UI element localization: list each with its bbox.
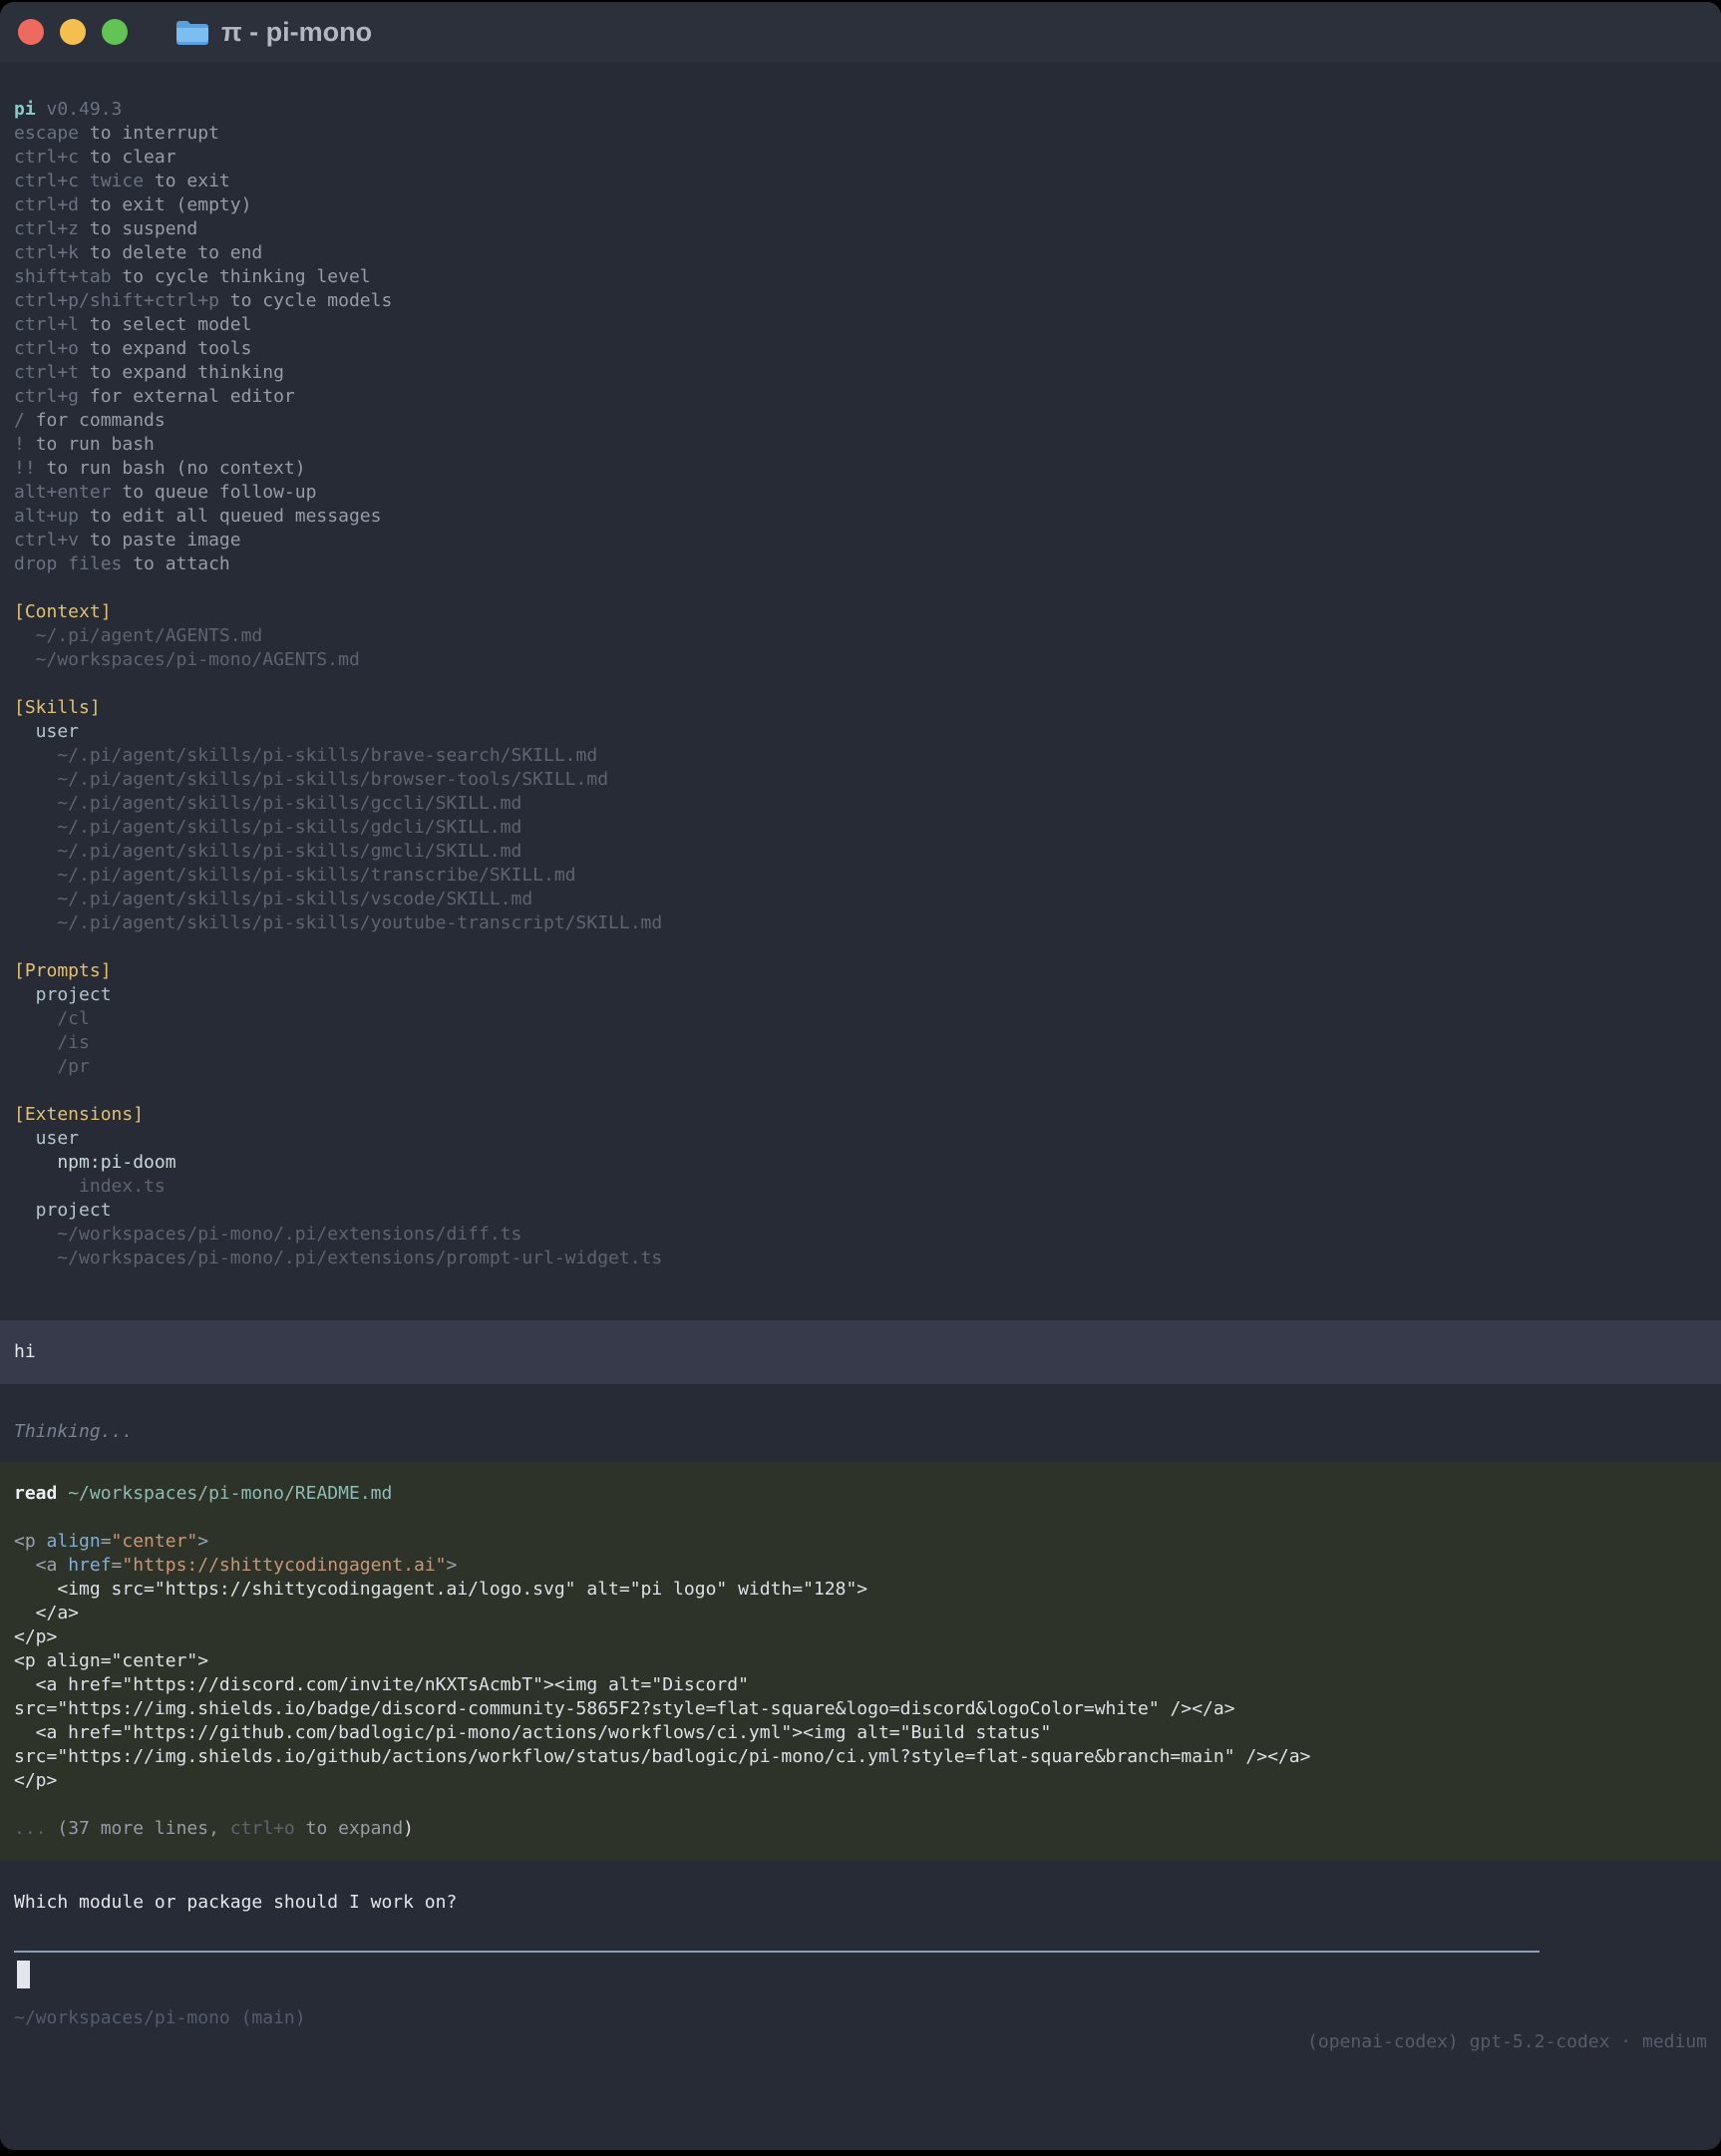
code-line: <img src="https://shittycodingagent.ai/l… (14, 1578, 1707, 1602)
tool-call-block: read ~/workspaces/pi-mono/README.md <p a… (0, 1462, 1721, 1861)
terminal-content: pi v0.49.3 escape to interruptctrl+c to … (0, 62, 1721, 2006)
section-item: index.ts (14, 1175, 1707, 1199)
shortcut-row: ctrl+p/shift+ctrl+p to cycle models (14, 289, 1707, 313)
section-header: [Extensions] (14, 1103, 1707, 1127)
shortcut-row: ctrl+d to exit (empty) (14, 193, 1707, 217)
shortcuts-list: escape to interruptctrl+c to clearctrl+c… (0, 122, 1721, 576)
section-header: [Context] (14, 600, 1707, 624)
prompt-editor[interactable] (0, 1951, 1721, 1988)
section-item: ~/.pi/agent/skills/pi-skills/gccli/SKILL… (14, 792, 1707, 816)
shortcut-row: ctrl+c twice to exit (14, 170, 1707, 193)
shortcut-row: ctrl+g for external editor (14, 385, 1707, 409)
section-item: ~/.pi/agent/skills/pi-skills/brave-searc… (14, 744, 1707, 768)
code-line: <p align="center"> (14, 1530, 1707, 1554)
shortcut-row: alt+up to edit all queued messages (14, 505, 1707, 529)
shortcut-row: / for commands (14, 409, 1707, 433)
titlebar: π - pi-mono (0, 2, 1721, 62)
shortcut-row: shift+tab to cycle thinking level (14, 265, 1707, 289)
close-button[interactable] (18, 19, 44, 45)
tool-call-header: read ~/workspaces/pi-mono/README.md (14, 1482, 1707, 1506)
section-item: ~/.pi/agent/skills/pi-skills/transcribe/… (14, 864, 1707, 888)
section: [Context]~/.pi/agent/AGENTS.md~/workspac… (14, 600, 1707, 672)
app-version-line: pi v0.49.3 (0, 98, 1721, 122)
section-item: user (14, 720, 1707, 744)
thinking-indicator: Thinking... (0, 1420, 1721, 1444)
code-line: </p> (14, 1769, 1707, 1793)
section-item: project (14, 1199, 1707, 1223)
code-line: <a href="https://shittycodingagent.ai"> (14, 1554, 1707, 1578)
section-item: ~/workspaces/pi-mono/.pi/extensions/diff… (14, 1223, 1707, 1247)
maximize-button[interactable] (102, 19, 128, 45)
input-separator (14, 1951, 1540, 1953)
shortcut-row: ctrl+l to select model (14, 313, 1707, 337)
section-item: project (14, 983, 1707, 1007)
section-header: [Prompts] (14, 959, 1707, 983)
section: [Prompts]project/cl/is/pr (14, 959, 1707, 1079)
shortcut-row: alt+enter to queue follow-up (14, 481, 1707, 505)
app-name: pi (14, 99, 36, 120)
assistant-message: Which module or package should I work on… (0, 1891, 1721, 1915)
shortcut-row: escape to interrupt (14, 122, 1707, 146)
section-item: ~/workspaces/pi-mono/AGENTS.md (14, 648, 1707, 672)
shortcut-row: ! to run bash (14, 433, 1707, 457)
shortcut-row: drop files to attach (14, 552, 1707, 576)
section-item: user (14, 1127, 1707, 1151)
user-message: hi (14, 1340, 1707, 1364)
user-message-block: hi (0, 1320, 1721, 1384)
expand-hint: ... (37 more lines, ctrl+o to expand) (14, 1817, 1707, 1841)
status-stats-line: ↑4.7k ↓44 R3.8k $0.009 (sub) 1.7%/272k (… (14, 2030, 1707, 2054)
shortcut-row: ctrl+t to expand thinking (14, 361, 1707, 385)
tool-name: read (14, 1483, 57, 1504)
section-item: ~/.pi/agent/skills/pi-skills/gdcli/SKILL… (14, 816, 1707, 840)
shortcut-row: ctrl+v to paste image (14, 529, 1707, 552)
section-item: ~/workspaces/pi-mono/.pi/extensions/prom… (14, 1247, 1707, 1270)
section-item: /is (14, 1031, 1707, 1055)
code-line: <p align="center"> (14, 1649, 1707, 1673)
section-item: npm:pi-doom (14, 1151, 1707, 1175)
section: [Skills]user~/.pi/agent/skills/pi-skills… (14, 696, 1707, 935)
section-item: ~/.pi/agent/skills/pi-skills/gmcli/SKILL… (14, 840, 1707, 864)
code-line: src="https://img.shields.io/badge/discor… (14, 1697, 1707, 1721)
section-item: /cl (14, 1007, 1707, 1031)
status-cwd: ~/workspaces/pi-mono (main) (14, 2006, 1707, 2030)
startup-sections: [Context]~/.pi/agent/AGENTS.md~/workspac… (0, 600, 1721, 1270)
section-item: ~/.pi/agent/AGENTS.md (14, 624, 1707, 648)
tool-argument: ~/workspaces/pi-mono/README.md (68, 1483, 392, 1504)
code-line: </p> (14, 1625, 1707, 1649)
text-cursor (17, 1961, 30, 1988)
shortcut-row: ctrl+o to expand tools (14, 337, 1707, 361)
code-line: </a> (14, 1602, 1707, 1625)
section-header: [Skills] (14, 696, 1707, 720)
section-item: /pr (14, 1055, 1707, 1079)
code-line: <a href="https://github.com/badlogic/pi-… (14, 1721, 1707, 1745)
status-model: (openai-codex) gpt-5.2-codex · medium (1307, 2030, 1707, 2054)
shortcut-row: ctrl+c to clear (14, 146, 1707, 170)
app-version: v0.49.3 (47, 99, 123, 120)
folder-icon (175, 19, 209, 46)
section-item: ~/.pi/agent/skills/pi-skills/browser-too… (14, 768, 1707, 792)
section-item: ~/.pi/agent/skills/pi-skills/vscode/SKIL… (14, 888, 1707, 911)
tool-output-code: <p align="center"> <a href="https://shit… (14, 1530, 1707, 1793)
status-bar: ~/workspaces/pi-mono (main) ↑4.7k ↓44 R3… (0, 2006, 1721, 2150)
window-title: π - pi-mono (221, 17, 372, 48)
section: [Extensions]usernpm:pi-doomindex.tsproje… (14, 1103, 1707, 1270)
minimize-button[interactable] (60, 19, 86, 45)
terminal-window: π - pi-mono pi v0.49.3 escape to interru… (0, 2, 1721, 2150)
shortcut-row: ctrl+k to delete to end (14, 241, 1707, 265)
code-line: <a href="https://discord.com/invite/nKXT… (14, 1673, 1707, 1697)
section-item: ~/.pi/agent/skills/pi-skills/youtube-tra… (14, 911, 1707, 935)
shortcut-row: ctrl+z to suspend (14, 217, 1707, 241)
shortcut-row: !! to run bash (no context) (14, 457, 1707, 481)
code-line: src="https://img.shields.io/github/actio… (14, 1745, 1707, 1769)
